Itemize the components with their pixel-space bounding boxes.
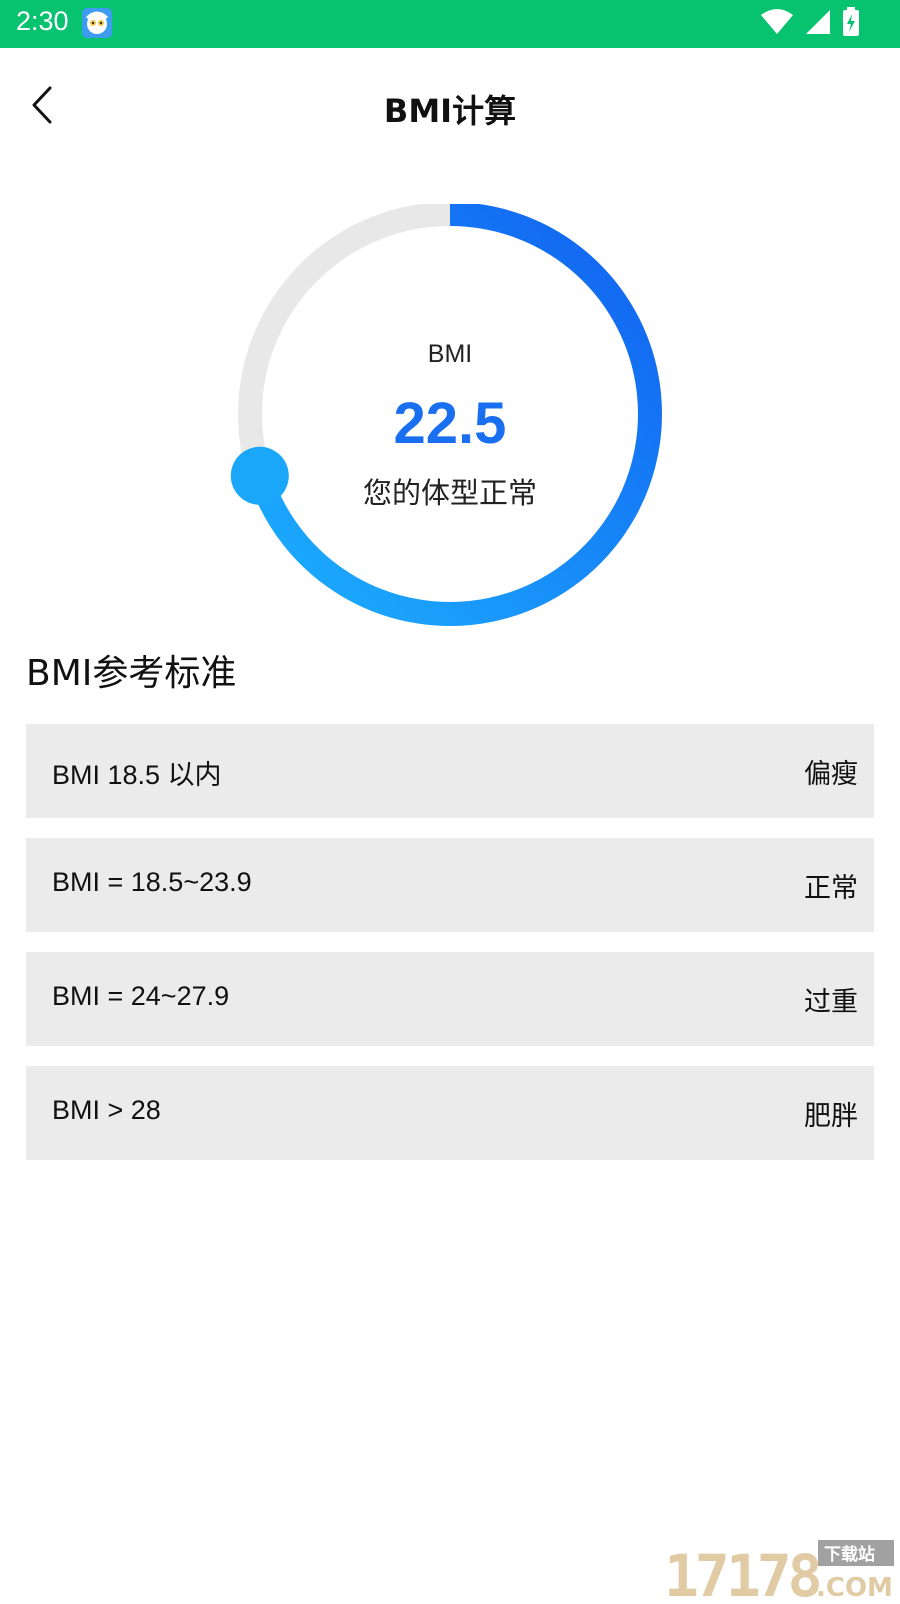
reference-category: 肥胖 [804,1094,858,1133]
reference-range: BMI > 28 [52,1095,161,1126]
status-bar: 2:30 [0,0,900,48]
reference-row: BMI = 24~27.9 过重 [26,952,874,1046]
watermark-logo: 17178 下载站 .COM [660,1540,896,1600]
cellular-signal-icon [804,8,832,40]
bmi-value: 22.5 [230,390,670,457]
reference-row: BMI > 28 肥胖 [26,1066,874,1160]
reference-title: BMI参考标准 [26,644,236,696]
reference-range: BMI = 24~27.9 [52,981,229,1012]
svg-text:.COM: .COM [816,1573,893,1600]
header: BMI计算 [0,48,900,164]
reference-category: 偏瘦 [804,752,858,791]
svg-text:下载站: 下载站 [824,1544,875,1565]
reference-range: BMI = 18.5~23.9 [52,867,252,898]
status-icons [760,8,860,40]
reference-range: BMI 18.5 以内 [52,753,222,792]
page-title: BMI计算 [0,86,900,132]
svg-text:17178: 17178 [664,1542,820,1600]
reference-row: BMI = 18.5~23.9 正常 [26,838,874,932]
wifi-icon [760,8,794,40]
reference-category: 过重 [804,980,858,1019]
reference-row: BMI 18.5 以内 偏瘦 [26,724,874,818]
status-time: 2:30 [16,6,69,37]
bmi-status-text: 您的体型正常 [230,470,670,512]
battery-charging-icon [842,7,860,41]
reference-category: 正常 [804,866,858,905]
gauge-label: BMI [230,340,670,369]
reference-list: BMI 18.5 以内 偏瘦 BMI = 18.5~23.9 正常 BMI = … [26,724,874,1180]
app-notification-icon [82,8,112,38]
